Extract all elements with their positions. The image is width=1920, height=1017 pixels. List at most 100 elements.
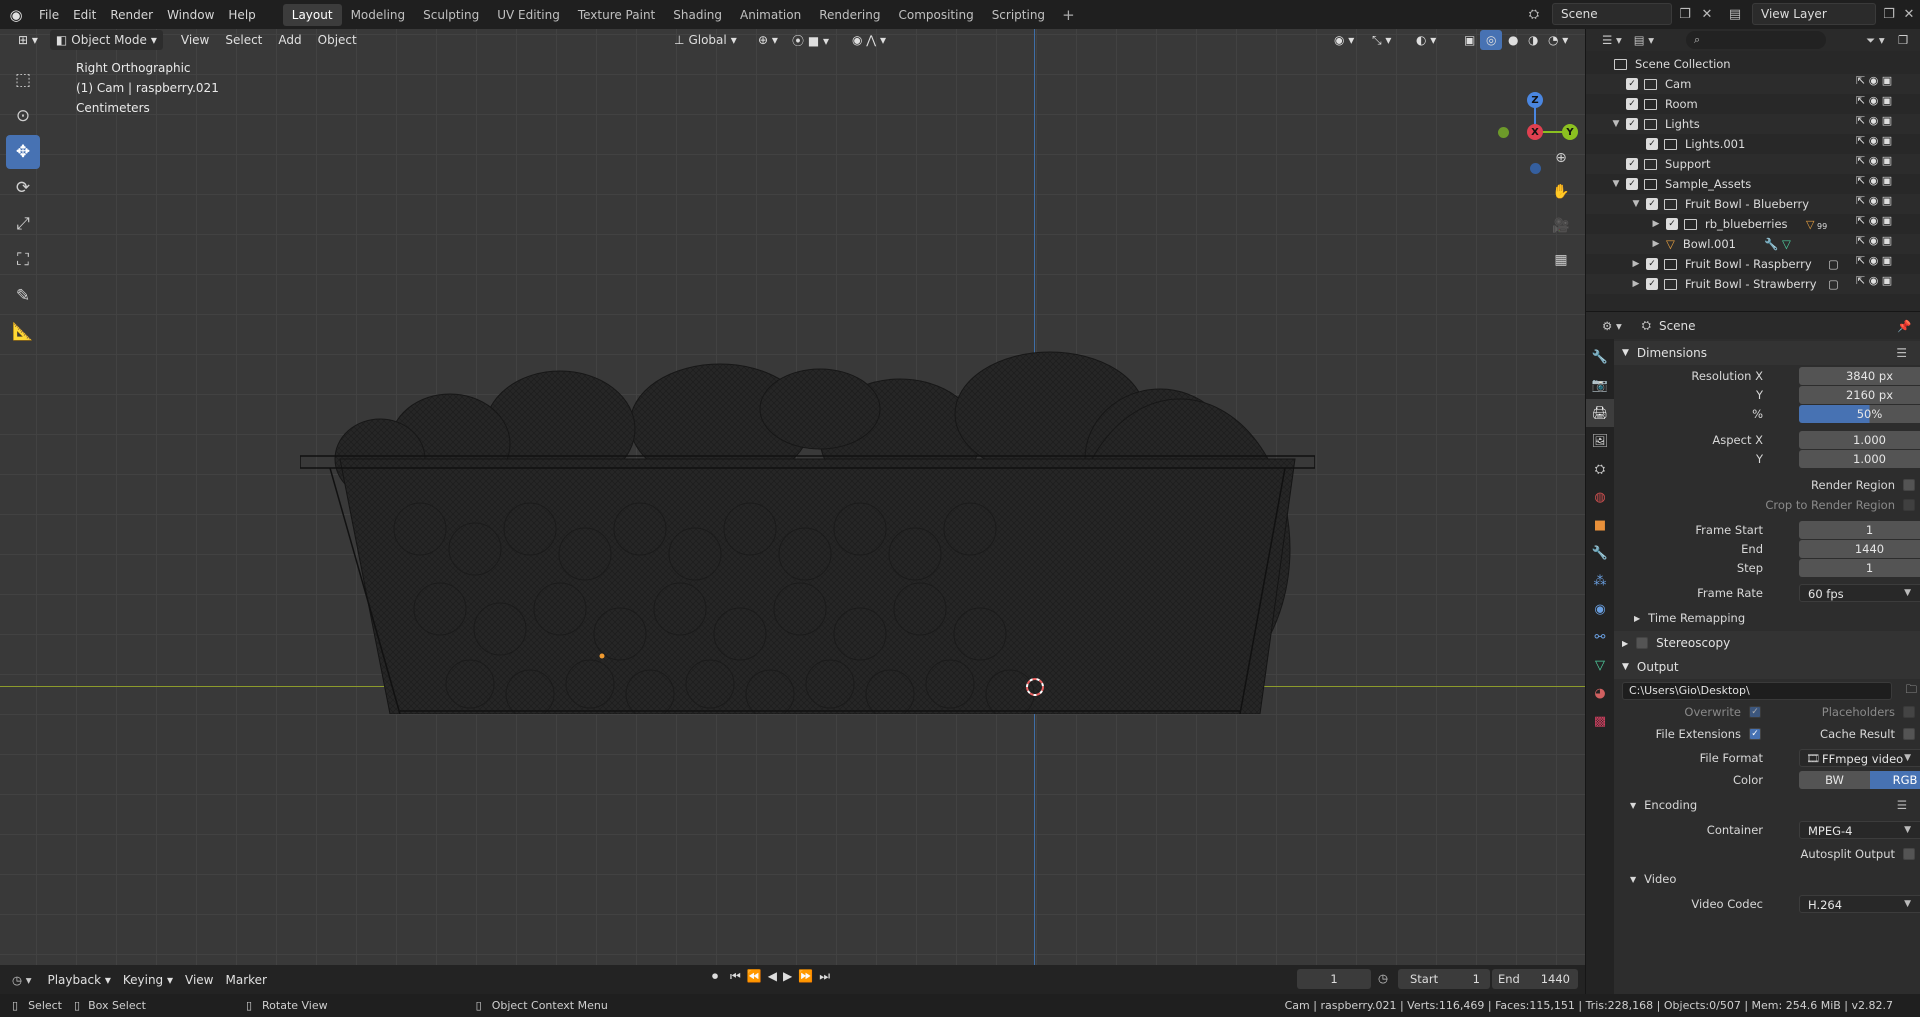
material-tab-icon[interactable]: ◕	[1586, 679, 1614, 707]
play-icon[interactable]: ▶	[783, 969, 792, 984]
jump-end-icon[interactable]: ⏭	[819, 969, 830, 984]
outliner-root[interactable]: Scene Collection	[1586, 54, 1920, 74]
data-tab-icon[interactable]: ▽	[1586, 651, 1614, 679]
current-frame-field[interactable]: 1	[1297, 969, 1371, 989]
tool-tab-icon[interactable]: 🔧	[1586, 343, 1614, 371]
prev-keyframe-icon[interactable]: ⏪	[747, 969, 762, 984]
properties-editor-icon[interactable]: ⚙ ▾	[1602, 319, 1622, 333]
world-tab-icon[interactable]: ◍	[1586, 483, 1614, 511]
folder-icon[interactable]: 🗀	[1906, 682, 1918, 701]
presets-list-icon[interactable]: ☰	[1896, 346, 1907, 360]
placeholders-checkbox[interactable]	[1903, 706, 1915, 718]
row-toggles[interactable]: ⇱ ◉ ▣	[1856, 274, 1892, 287]
menu-playback[interactable]: Playback ▾	[41, 973, 116, 987]
checkbox-icon[interactable]: ✓	[1666, 218, 1678, 230]
add-workspace-button[interactable]: +	[1054, 6, 1083, 24]
row-toggles[interactable]: ⇱ ◉ ▣	[1856, 174, 1892, 187]
3d-viewport[interactable]: ⊞ ▾ ◧ Object Mode ▾ View Select Add Obje…	[0, 29, 1585, 965]
view-layer-tab-icon[interactable]: 🖼	[1586, 427, 1614, 455]
menu-edit[interactable]: Edit	[66, 8, 103, 22]
pan-hand-icon[interactable]: ✋	[1549, 180, 1573, 204]
gizmo-neg-z[interactable]	[1530, 163, 1541, 174]
pin-icon[interactable]: 📌	[1897, 319, 1911, 333]
new-scene-icon[interactable]: ❐	[1674, 3, 1696, 25]
checkbox-icon[interactable]: ✓	[1646, 278, 1658, 290]
menu-window[interactable]: Window	[160, 8, 221, 22]
menu-view[interactable]: View	[179, 973, 219, 987]
gizmo-z-axis[interactable]: Z	[1527, 92, 1543, 108]
expand-arrow-icon[interactable]: ▶	[1650, 239, 1662, 249]
view-layer-field[interactable]: View Layer	[1752, 3, 1876, 25]
row-toggles[interactable]: ⇱ ◉ ▣	[1856, 194, 1892, 207]
resolution-pct-slider[interactable]: 50%	[1799, 405, 1920, 423]
row-toggles[interactable]: ⇱ ◉ ▣	[1856, 74, 1892, 87]
gizmo-neg-y[interactable]	[1498, 127, 1509, 138]
menu-file[interactable]: File	[32, 8, 66, 22]
delete-view-layer-icon[interactable]: ✕	[1898, 3, 1920, 25]
snap-icon[interactable]: ⦿ ■ ▾	[786, 30, 835, 50]
crop-region-checkbox[interactable]	[1903, 499, 1915, 511]
tab-rendering[interactable]: Rendering	[810, 4, 889, 26]
tab-sculpting[interactable]: Sculpting	[414, 4, 488, 26]
ortho-grid-icon[interactable]: ▦	[1549, 248, 1573, 272]
measure-tool-icon[interactable]: 📐	[6, 315, 40, 349]
end-frame-field[interactable]: End 1440	[1492, 969, 1578, 989]
rotate-tool-icon[interactable]: ⟳	[6, 171, 40, 205]
time-remapping-subpanel[interactable]: ▶ Time Remapping	[1614, 608, 1920, 628]
mode-dropdown[interactable]: ◧ Object Mode ▾	[49, 30, 163, 50]
wireframe-shading-icon[interactable]: ◎	[1480, 30, 1503, 50]
physics-tab-icon[interactable]: ◉	[1586, 595, 1614, 623]
pivot-icon[interactable]: ⊕ ▾	[752, 30, 784, 50]
frame-step-field[interactable]: 1	[1799, 559, 1920, 577]
encoding-subpanel-header[interactable]: ▼ Encoding ☰	[1614, 795, 1920, 815]
particles-tab-icon[interactable]: ⁂	[1586, 567, 1614, 595]
move-tool-icon[interactable]: ✥	[6, 135, 40, 169]
view-layer-icon[interactable]: ▤	[1724, 3, 1746, 25]
menu-add[interactable]: Add	[270, 33, 309, 47]
proportional-edit-icon[interactable]: ◉ ⋀ ▾	[846, 30, 892, 50]
expand-arrow-icon[interactable]: ▶	[1630, 259, 1642, 269]
presets-list-icon[interactable]: ☰	[1897, 798, 1907, 812]
outliner-editor-icon[interactable]: ☰ ▾	[1602, 33, 1622, 47]
cache-result-checkbox[interactable]	[1903, 728, 1915, 740]
new-collection-icon[interactable]: ❐	[1898, 33, 1908, 47]
menu-keying[interactable]: Keying ▾	[117, 973, 179, 987]
menu-object[interactable]: Object	[310, 33, 365, 47]
menu-render[interactable]: Render	[103, 8, 160, 22]
gizmo-toggle-icon[interactable]: ⤡ ▾	[1366, 30, 1397, 50]
camera-view-icon[interactable]: 🎥	[1549, 214, 1573, 238]
render-tab-icon[interactable]: 📷	[1586, 371, 1614, 399]
stereoscopy-checkbox[interactable]	[1636, 637, 1649, 649]
row-toggles[interactable]: ⇱ ◉ ▣	[1856, 254, 1892, 267]
outliner-search-input[interactable]: ⌕	[1686, 31, 1826, 49]
video-subpanel-header[interactable]: ▼ Video	[1614, 869, 1920, 889]
dimensions-panel-header[interactable]: ▼ Dimensions ☰	[1614, 341, 1920, 365]
scale-tool-icon[interactable]: ⤢	[6, 207, 40, 241]
select-box-tool-icon[interactable]: ⬚	[6, 63, 40, 97]
frame-rate-dropdown[interactable]: 60 fps	[1799, 584, 1920, 602]
output-panel-header[interactable]: ▼ Output	[1614, 655, 1920, 679]
constraints-tab-icon[interactable]: ⚯	[1586, 623, 1614, 651]
row-toggles[interactable]: ⇱ ◉ ▣	[1856, 134, 1892, 147]
filter-icon[interactable]: ⏷ ▾	[1866, 33, 1885, 48]
modifier-tab-icon[interactable]: 🔧	[1586, 539, 1614, 567]
preview-range-icon[interactable]: ◷	[1378, 971, 1388, 985]
play-reverse-icon[interactable]: ◀	[768, 969, 777, 984]
transform-orientation-dropdown[interactable]: ⊥ Global ▾	[668, 30, 743, 50]
row-toggles[interactable]: ⇱ ◉ ▣	[1856, 214, 1892, 227]
row-toggles[interactable]: ⇱ ◉ ▣	[1856, 154, 1892, 167]
object-tab-icon[interactable]: ■	[1586, 511, 1614, 539]
aspect-y-field[interactable]: 1.000	[1799, 450, 1920, 468]
tab-scripting[interactable]: Scripting	[983, 4, 1054, 26]
render-region-checkbox[interactable]	[1903, 479, 1915, 491]
checkbox-icon[interactable]: ✓	[1626, 158, 1638, 170]
zoom-icon[interactable]: ⊕	[1549, 146, 1573, 170]
menu-select[interactable]: Select	[217, 33, 270, 47]
row-toggles[interactable]: ⇱ ◉ ▣	[1856, 114, 1892, 127]
tab-animation[interactable]: Animation	[731, 4, 810, 26]
output-tab-icon[interactable]: 🖨	[1586, 399, 1614, 427]
timeline-editor-icon[interactable]: ◷ ▾	[12, 973, 31, 987]
tab-modeling[interactable]: Modeling	[342, 4, 415, 26]
visibility-icon[interactable]: ◉ ▾	[1328, 30, 1360, 50]
checkbox-icon[interactable]: ✓	[1626, 78, 1638, 90]
